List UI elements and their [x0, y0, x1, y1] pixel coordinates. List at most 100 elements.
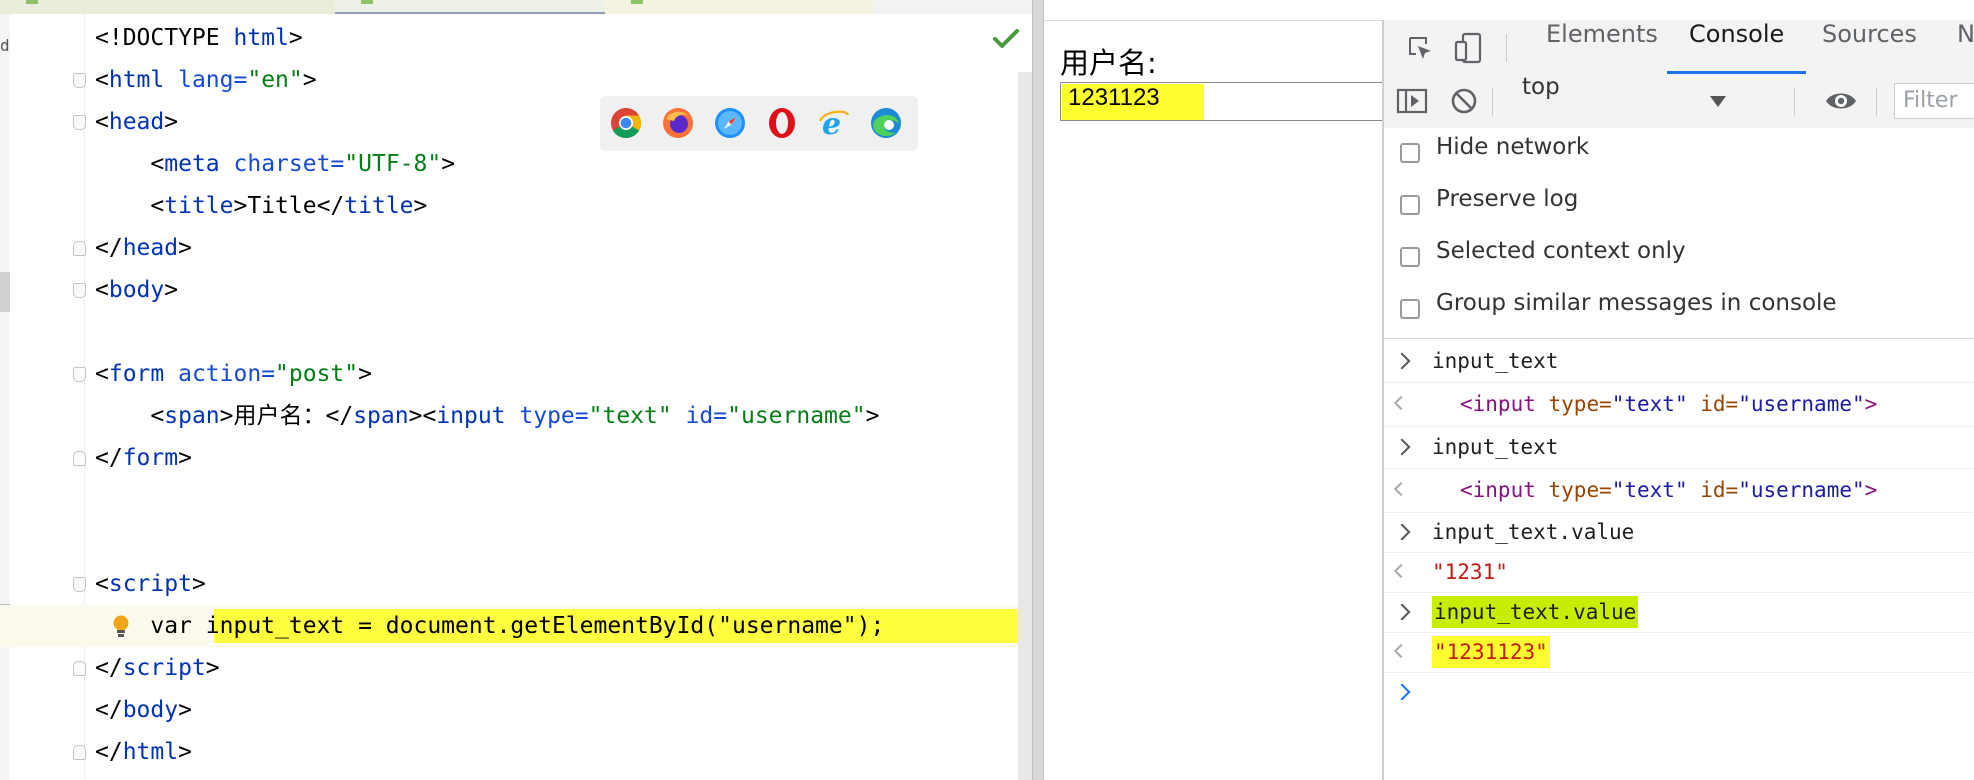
- firefox-icon[interactable]: [662, 107, 694, 139]
- code-token-attr: action=: [178, 361, 276, 387]
- ie-icon[interactable]: e: [818, 107, 850, 139]
- code-token-txt: >: [358, 361, 372, 387]
- code-token-attr: lang=: [178, 67, 248, 93]
- code-token-txt: >: [413, 193, 428, 219]
- console-prompt[interactable]: [1384, 672, 1974, 712]
- tab-sources[interactable]: Sources: [1822, 20, 1917, 74]
- context-selector[interactable]: top: [1508, 74, 1734, 128]
- console-result-row[interactable]: <input type="text" id="username">: [1384, 382, 1974, 427]
- editor-tab-bar: [0, 0, 1042, 14]
- inspect-element-icon[interactable]: [1406, 34, 1434, 62]
- open-in-browser-toolbar: e: [600, 96, 918, 151]
- fold-end-marker[interactable]: [73, 241, 86, 256]
- code-line[interactable]: </body>: [0, 689, 1020, 731]
- tab-elements[interactable]: Elements: [1546, 20, 1658, 74]
- context-value: top: [1522, 74, 1560, 100]
- fold-start-marker[interactable]: [73, 115, 86, 130]
- fold-start-marker[interactable]: [73, 283, 86, 298]
- code-line[interactable]: <form action="post">: [0, 353, 1020, 395]
- element-token-attr: type=: [1548, 478, 1612, 502]
- editor-tab[interactable]: [605, 0, 873, 14]
- code-token-txt: </: [95, 739, 123, 765]
- checkbox-box[interactable]: [1400, 247, 1420, 267]
- code-token-txt: <: [422, 403, 437, 429]
- element-token-tag: <input: [1460, 478, 1549, 502]
- console-result-row: "1231": [1384, 552, 1974, 593]
- clear-console-icon[interactable]: [1450, 87, 1478, 115]
- code-line[interactable]: <html lang="en">: [0, 59, 1020, 101]
- console-input-row: input_text: [1384, 426, 1974, 469]
- element-token-attr: type=: [1548, 392, 1612, 416]
- device-toolbar-icon[interactable]: [1454, 32, 1484, 64]
- checkbox-box[interactable]: [1400, 299, 1420, 319]
- file-type-icon: [361, 0, 373, 4]
- checkbox-box[interactable]: [1400, 143, 1420, 163]
- console-message-text: <input type="text" id="username">: [1460, 468, 1877, 512]
- live-expression-eye-icon[interactable]: [1824, 89, 1858, 113]
- toolbar-divider: [1876, 88, 1877, 116]
- console-result-row[interactable]: <input type="text" id="username">: [1384, 468, 1974, 513]
- code-line[interactable]: </form>: [0, 437, 1020, 479]
- console-message-text: input_text: [1432, 426, 1558, 468]
- code-line[interactable]: <script>: [0, 563, 1020, 605]
- code-token-tag: html: [108, 67, 179, 93]
- code-line[interactable]: </head>: [0, 227, 1020, 269]
- editor-scrollbar[interactable]: [1018, 72, 1032, 780]
- safari-icon[interactable]: [714, 107, 746, 139]
- checkbox-label: Preserve log: [1436, 186, 1579, 212]
- fold-start-marker[interactable]: [73, 73, 86, 88]
- code-line[interactable]: [0, 479, 1020, 521]
- code-token-txt: <: [95, 571, 109, 597]
- code-line[interactable]: <span>用户名：</span><input type="text" id="…: [0, 395, 1020, 437]
- fold-start-marker[interactable]: [73, 577, 86, 592]
- show-console-sidebar-icon[interactable]: [1396, 87, 1428, 115]
- code-token-txt: >: [178, 739, 192, 765]
- code-line-text: <span>用户名：</span><input type="text" id="…: [95, 395, 879, 437]
- code-editor[interactable]: d <!DOCTYPE html> <html lang="en"> <head> …: [0, 0, 1042, 780]
- fold-start-marker[interactable]: [73, 367, 86, 382]
- code-token-tag: script: [122, 655, 206, 681]
- element-token-val: "text": [1611, 392, 1701, 416]
- checkbox-box[interactable]: [1400, 195, 1420, 215]
- console-filter-input[interactable]: Filter: [1894, 83, 1974, 119]
- element-token-attr: id=: [1700, 478, 1739, 502]
- code-line[interactable]: <title>Title</title>: [0, 185, 1020, 227]
- code-line[interactable]: <body>: [0, 269, 1020, 311]
- code-line-text: </script>: [95, 647, 220, 689]
- console-toolbar: top Filter: [1384, 74, 1974, 129]
- code-token-txt: <: [95, 277, 109, 303]
- code-token-tag: form: [122, 445, 179, 471]
- code-token-txt: </: [95, 235, 123, 261]
- input-chevron-icon: [1393, 523, 1411, 541]
- code-line-text: <head>: [95, 101, 178, 143]
- editor-tab[interactable]: [0, 0, 335, 14]
- fold-end-marker[interactable]: [73, 745, 86, 760]
- code-token-txt: >: [178, 697, 192, 723]
- code-line[interactable]: </script>: [0, 647, 1020, 689]
- opera-icon[interactable]: [766, 107, 798, 139]
- fold-end-marker[interactable]: [73, 451, 86, 466]
- code-token-tag: span: [353, 403, 409, 429]
- edge-icon[interactable]: [870, 107, 902, 139]
- code-token-txt: >用户名：</: [219, 403, 354, 429]
- editor-tab-active[interactable]: [335, 0, 605, 14]
- console-messages[interactable]: input_text <input type="text" id="usernam…: [1384, 340, 1974, 780]
- chrome-icon[interactable]: [610, 107, 642, 139]
- element-token-tag: <input: [1460, 392, 1549, 416]
- toolbar-divider: [1794, 88, 1795, 116]
- code-line[interactable]: <!DOCTYPE html>: [0, 17, 1020, 59]
- username-input-value[interactable]: 1231123: [1068, 84, 1160, 120]
- code-token-tag: head: [122, 235, 179, 261]
- pane-splitter[interactable]: [1032, 0, 1044, 780]
- code-line[interactable]: [0, 521, 1020, 563]
- code-line[interactable]: var input_text = document.getElementById…: [0, 605, 1020, 647]
- code-line[interactable]: </html>: [0, 731, 1020, 773]
- tab-console[interactable]: Console: [1667, 20, 1807, 74]
- code-token-val: "post": [275, 361, 359, 387]
- code-line[interactable]: [0, 311, 1020, 353]
- check-icon: [993, 29, 1019, 48]
- code-line-text: <script>: [95, 563, 206, 605]
- tab-network-truncated[interactable]: Ne: [1957, 20, 1974, 74]
- code-token-txt: </: [95, 697, 123, 723]
- fold-end-marker[interactable]: [73, 661, 86, 676]
